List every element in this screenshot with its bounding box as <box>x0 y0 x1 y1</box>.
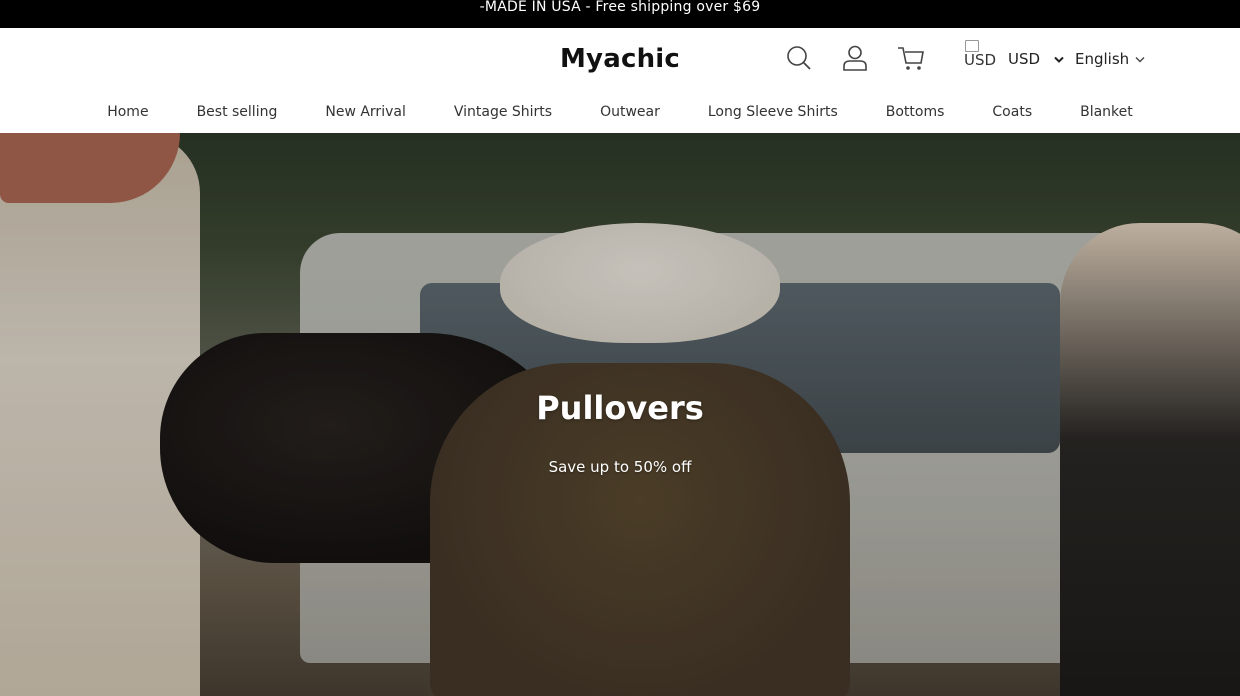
currency-flag-alt: USD <box>964 51 997 69</box>
nav-item-new-arrival[interactable]: New Arrival <box>301 102 429 126</box>
language-select[interactable]: English <box>1075 50 1145 68</box>
hero-banner[interactable]: Pullovers Save up to 50% off <box>0 133 1240 696</box>
nav-item-bottoms[interactable]: Bottoms <box>862 102 969 126</box>
nav-item-home[interactable]: Home <box>83 102 172 126</box>
nav-item-vintage-shirts[interactable]: Vintage Shirts <box>430 102 576 126</box>
hero-title: Pullovers <box>536 389 704 427</box>
main-nav: Home Best selling New Arrival Vintage Sh… <box>0 102 1240 126</box>
currency-label: USD <box>1008 50 1041 68</box>
site-header: Myachic USD USD English Home Best sellin… <box>0 28 1240 133</box>
search-icon[interactable] <box>784 43 814 73</box>
account-icon[interactable] <box>840 43 870 73</box>
announcement-text: -MADE IN USA - Free shipping over $69 <box>479 0 761 15</box>
nav-item-best-selling[interactable]: Best selling <box>173 102 302 126</box>
announcement-bar: -MADE IN USA - Free shipping over $69 <box>0 0 1240 28</box>
hero-subtitle: Save up to 50% off <box>548 458 692 476</box>
nav-item-outwear[interactable]: Outwear <box>576 102 684 126</box>
nav-item-coats[interactable]: Coats <box>968 102 1056 126</box>
currency-flag-image: USD <box>964 40 998 76</box>
chevron-down-icon <box>1135 50 1145 68</box>
nav-item-long-sleeve-shirts[interactable]: Long Sleeve Shirts <box>684 102 862 126</box>
cart-icon[interactable] <box>896 43 926 73</box>
nav-item-blanket[interactable]: Blanket <box>1056 102 1157 126</box>
language-label: English <box>1075 50 1130 68</box>
currency-select[interactable]: USD <box>1008 50 1064 68</box>
chevron-down-icon <box>1054 50 1064 68</box>
